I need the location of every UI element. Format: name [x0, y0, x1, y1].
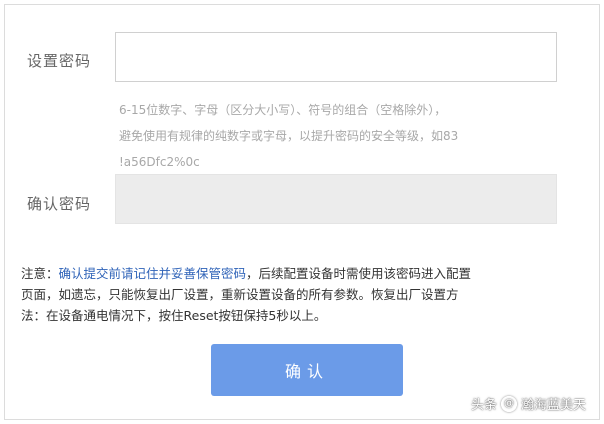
notice-text: 注意：确认提交前请记住并妥善保管密码，后续配置设备时需使用该密码进入配置 页面，… [21, 263, 593, 326]
password-input[interactable] [115, 32, 557, 82]
watermark-author: 瀚海蓝美天 [520, 398, 586, 413]
password-label: 设置密码 [27, 52, 92, 70]
password-hint: 6-15位数字、字母（区分大小写）、符号的组合（空格除外）， 避免使用有规律的纯… [119, 97, 569, 175]
confirm-password-label: 确认密码 [27, 195, 92, 213]
at-icon: @ [500, 395, 517, 412]
notice-prefix: 注意： [21, 266, 59, 281]
hint-line: 6-15位数字、字母（区分大小写）、符号的组合（空格除外）， [119, 103, 447, 117]
notice-line-2: 页面，如遗忘，只能恢复出厂设置，重新设置设备的所有参数。恢复出厂设置方 [21, 287, 459, 302]
watermark: 头条 @ 瀚海蓝美天 [471, 394, 586, 413]
notice-line-1: 注意：确认提交前请记住并妥善保管密码，后续配置设备时需使用该密码进入配置 [21, 263, 593, 284]
hint-line: 避免使用有规律的纯数字或字母，以提升密码的安全等级，如83 [119, 129, 459, 143]
confirm-password-input[interactable] [115, 174, 557, 224]
notice-highlight: 确认提交前请记住并妥善保管密码 [58, 266, 247, 281]
confirm-button[interactable]: 确认 [211, 344, 403, 396]
password-setup-panel: 设置密码 6-15位数字、字母（区分大小写）、符号的组合（空格除外）， 避免使用… [4, 4, 600, 420]
hint-line: !a56Dfc2%0c [119, 155, 200, 169]
notice-line-1-rest: ，后续配置设备时需使用该密码进入配置 [246, 266, 472, 281]
watermark-prefix: 头条 [470, 398, 497, 413]
notice-line-3: 法：在设备通电情况下，按住Reset按钮保持5秒以上。 [21, 308, 327, 323]
